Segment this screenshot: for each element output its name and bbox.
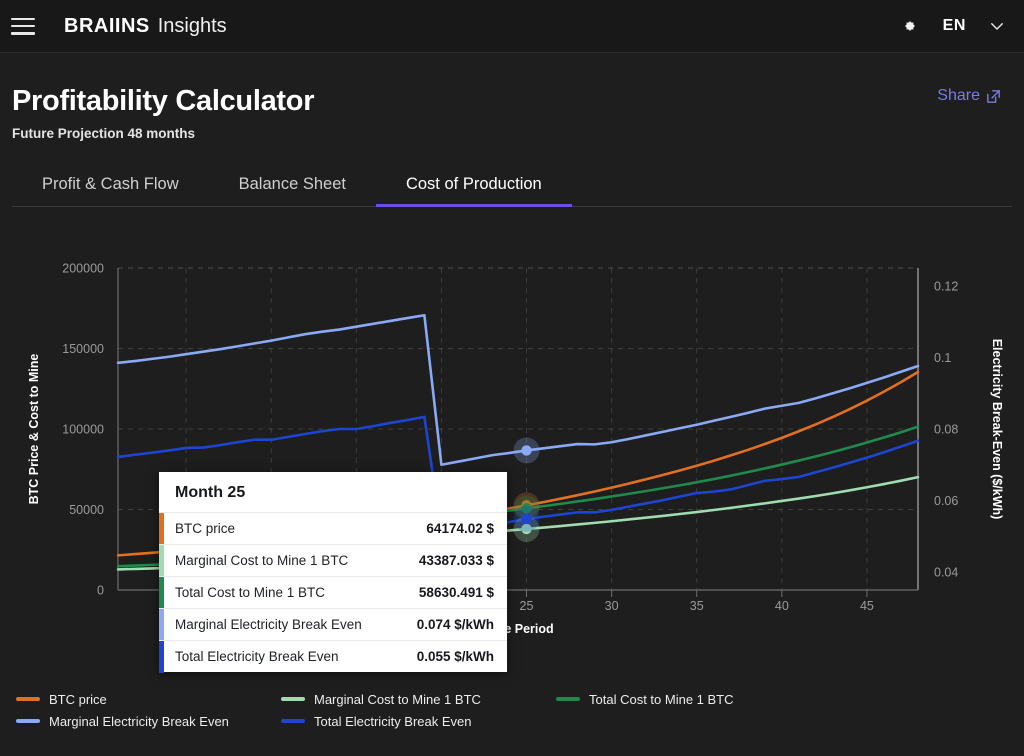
brand-sub-label: Insights (157, 14, 227, 37)
tooltip-title: Month 25 (175, 484, 246, 501)
share-external-icon (987, 89, 1000, 103)
legend-swatch (16, 697, 40, 701)
tooltip-row-label: Total Cost to Mine 1 BTC (175, 585, 326, 600)
legend-swatch (281, 697, 305, 701)
chevron-down-icon[interactable] (988, 17, 1006, 35)
legend-item-total-electricity[interactable]: Total Electricity Break Even (281, 714, 472, 729)
tooltip-row-value: 58630.491 $ (418, 585, 494, 600)
hover-marker-dot-3 (521, 445, 532, 456)
tooltip-row-marginal-electricity: Marginal Electricity Break Even 0.074 $/… (159, 608, 507, 641)
menu-button[interactable] (0, 0, 46, 53)
legend-swatch (16, 719, 40, 723)
legend-label: Marginal Electricity Break Even (49, 713, 229, 729)
page-header: Profitability Calculator Future Projecti… (0, 53, 1024, 141)
legend-item-marginal-electricity[interactable]: Marginal Electricity Break Even (16, 714, 281, 729)
header-actions: EN (899, 15, 1024, 37)
hover-marker-dot-4 (521, 513, 532, 525)
y-axis-tick-label: 100000 (62, 423, 104, 437)
legend-label: Total Cost to Mine 1 BTC (589, 691, 734, 707)
tooltip-row-total-electricity: Total Electricity Break Even 0.055 $/kWh (159, 640, 507, 673)
y-axis-tick-label: 150000 (62, 342, 104, 356)
legend-label: BTC price (49, 691, 107, 707)
tooltip-row-label: Marginal Cost to Mine 1 BTC (175, 553, 349, 568)
y-axis-tick-label: 50000 (69, 503, 104, 517)
tooltip-row-label: Marginal Electricity Break Even (175, 617, 362, 632)
gear-icon[interactable] (899, 15, 921, 37)
x-axis-tick-label: 35 (690, 599, 704, 613)
x-axis-tick-label: 45 (860, 599, 874, 613)
share-label: Share (937, 87, 980, 104)
share-button[interactable]: Share (937, 87, 1002, 105)
chart-canvas[interactable]: 0500001000001500002000005101520253035404… (0, 213, 1024, 653)
brand-logo[interactable]: BRAIINS Insights (64, 15, 227, 38)
legend-row-2: Marginal Electricity Break Even Total El… (16, 710, 1016, 732)
tooltip-row-value: 0.055 $/kWh (416, 649, 494, 664)
tooltip-row-btc-price: BTC price 64174.02 $ (159, 512, 507, 545)
tooltip-row-marginal-cost: Marginal Cost to Mine 1 BTC 43387.033 $ (159, 544, 507, 577)
language-selector-label[interactable]: EN (943, 17, 966, 35)
y2-axis-tick-label: 0.12 (934, 279, 958, 293)
y2-axis-title: Electricity Break-Even ($/kWh) (990, 339, 1004, 520)
tooltip-row-value: 0.074 $/kWh (416, 617, 494, 632)
legend-swatch (556, 697, 580, 701)
y2-axis-tick-label: 0.1 (934, 351, 951, 365)
tooltip-row-value: 64174.02 $ (426, 521, 494, 536)
x-axis-tick-label: 25 (520, 599, 534, 613)
y-axis-tick-label: 200000 (62, 262, 104, 276)
legend-swatch (281, 719, 305, 723)
tab-cost-of-production[interactable]: Cost of Production (375, 167, 572, 207)
y-axis-tick-label: 0 (97, 584, 104, 598)
y-axis-title: BTC Price & Cost to Mine (27, 354, 41, 505)
chart-legend: BTC price Marginal Cost to Mine 1 BTC To… (16, 688, 1016, 732)
app-header: BRAIINS Insights EN (0, 0, 1024, 53)
cost-of-production-chart[interactable]: 0500001000001500002000005101520253035404… (0, 213, 1024, 673)
tooltip-row-value: 43387.033 $ (418, 553, 494, 568)
legend-item-btc-price[interactable]: BTC price (16, 692, 281, 707)
legend-label: Marginal Cost to Mine 1 BTC (314, 691, 481, 707)
tooltip-row-total-cost: Total Cost to Mine 1 BTC 58630.491 $ (159, 576, 507, 609)
brand-mark-label: BRAIINS (64, 14, 150, 37)
tab-balance-sheet[interactable]: Balance Sheet (209, 167, 376, 206)
y2-axis-tick-label: 0.04 (934, 566, 958, 580)
page-subtitle: Future Projection 48 months (12, 126, 196, 141)
page-title: Profitability Calculator (12, 85, 315, 117)
legend-label: Total Electricity Break Even (314, 713, 472, 729)
y2-axis-tick-label: 0.08 (934, 423, 958, 437)
y2-axis-tick-label: 0.06 (934, 494, 958, 508)
x-axis-tick-label: 40 (775, 599, 789, 613)
tab-bar: Profit & Cash Flow Balance Sheet Cost of… (12, 167, 1012, 207)
tab-profit-cash-flow[interactable]: Profit & Cash Flow (12, 167, 209, 206)
legend-item-total-cost[interactable]: Total Cost to Mine 1 BTC (556, 692, 734, 707)
tooltip-row-label: BTC price (175, 521, 236, 536)
tooltip-row-label: Total Electricity Break Even (175, 649, 339, 664)
legend-row-1: BTC price Marginal Cost to Mine 1 BTC To… (16, 688, 1016, 710)
x-axis-tick-label: 30 (605, 599, 619, 613)
legend-item-marginal-cost[interactable]: Marginal Cost to Mine 1 BTC (281, 692, 556, 707)
hamburger-icon (11, 17, 35, 35)
chart-tooltip: Month 25 BTC price 64174.02 $ Marginal C… (159, 472, 507, 673)
